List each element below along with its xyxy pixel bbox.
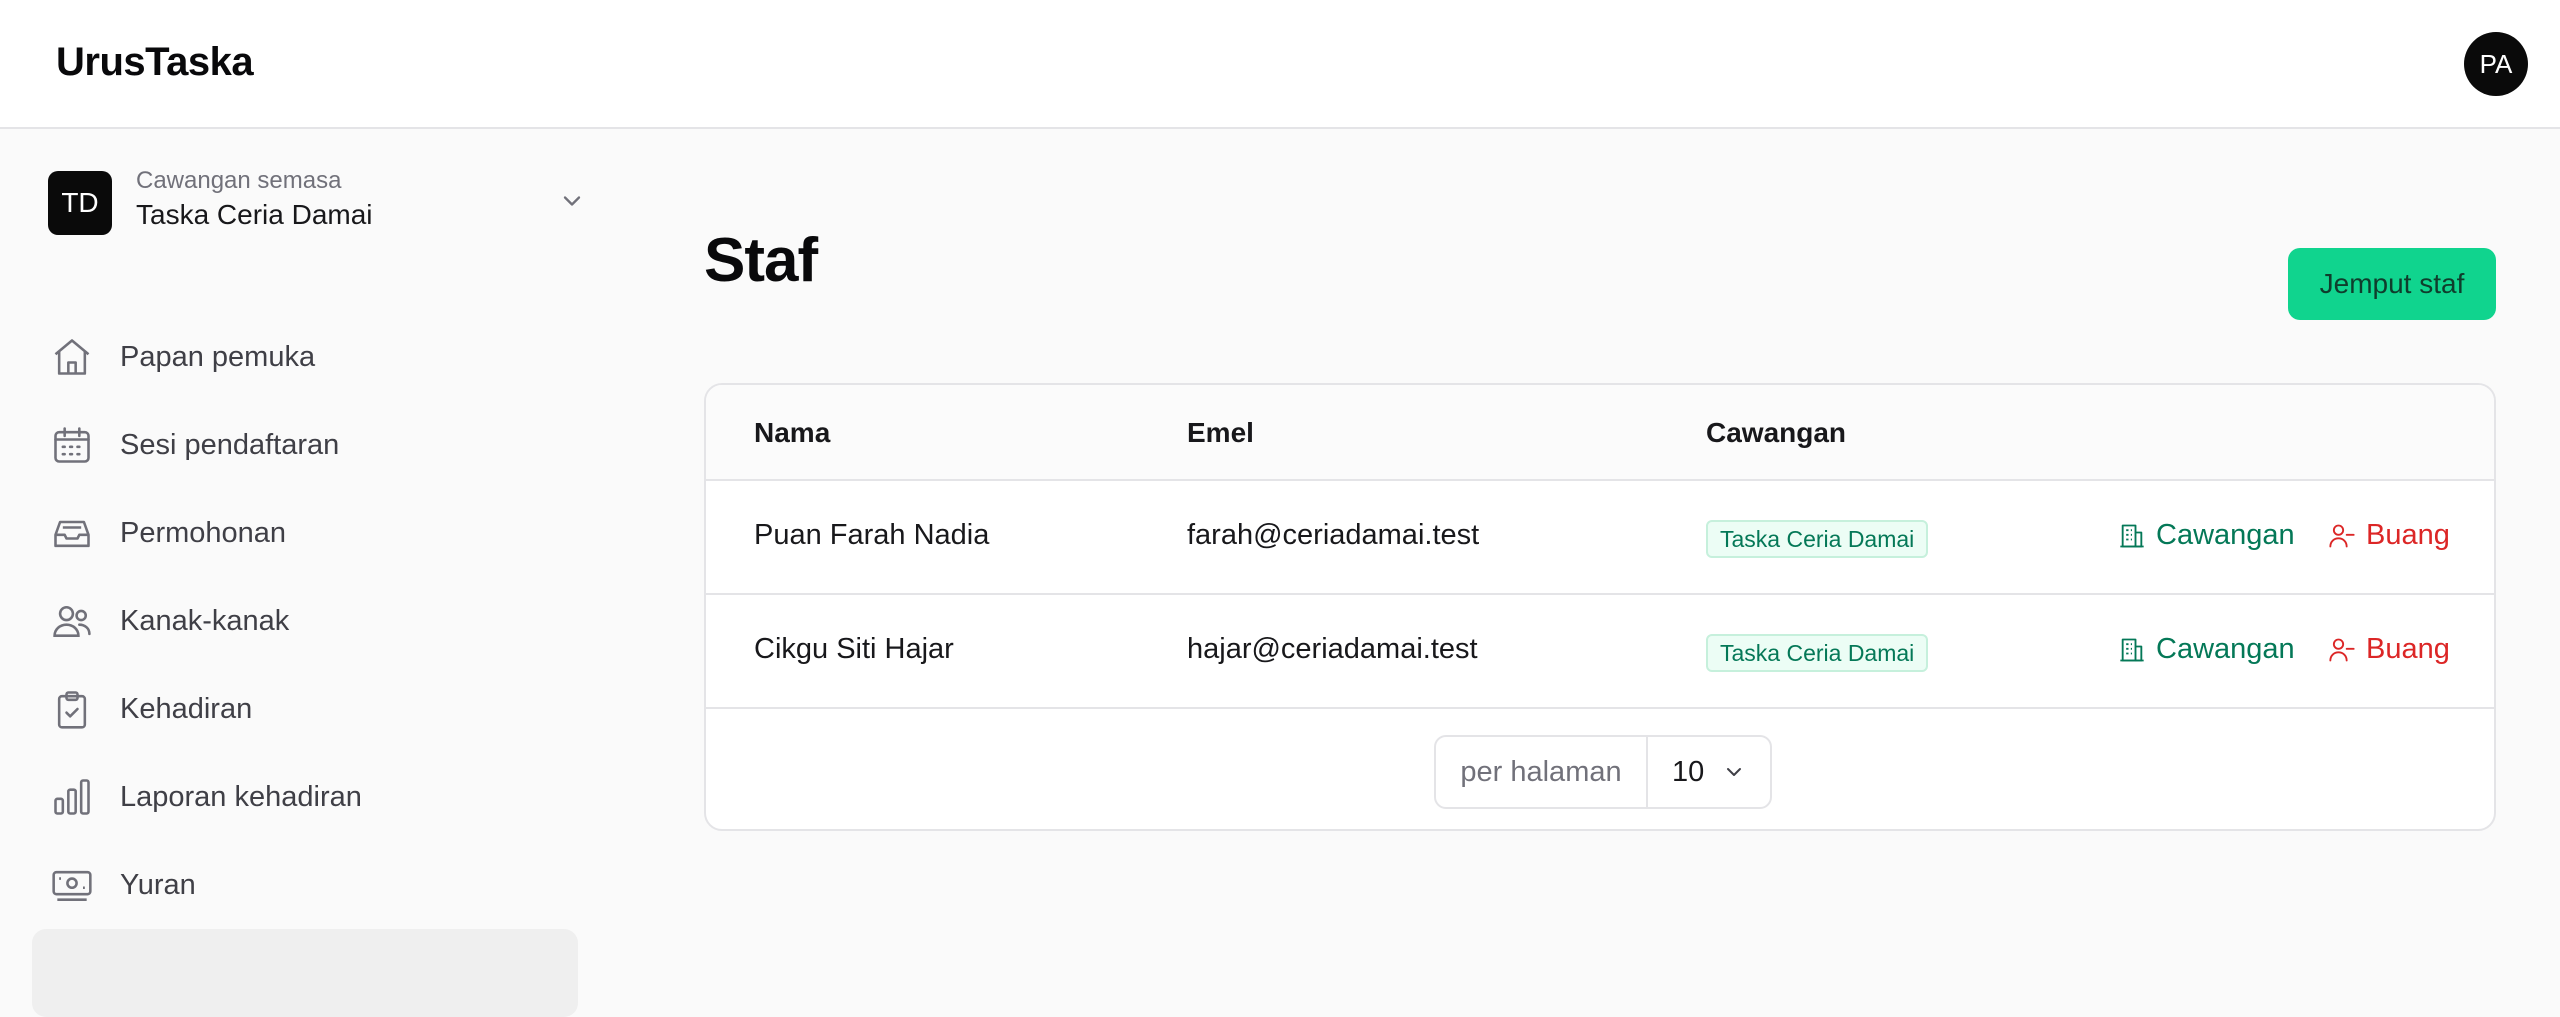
change-branch-label: Cawangan bbox=[2156, 633, 2295, 665]
home-icon bbox=[54, 339, 90, 375]
sidebar-nav: Papan pemuka Sesi pendaftaran Permohonan… bbox=[32, 313, 578, 1017]
users-icon bbox=[53, 605, 91, 637]
sidebar-item-label: Papan pemuka bbox=[120, 340, 316, 373]
staff-email: farah@ceriadamai.test bbox=[1187, 519, 1480, 551]
clipboard-check-icon bbox=[57, 691, 87, 729]
column-header-branch[interactable]: Cawangan bbox=[1706, 417, 1846, 449]
sidebar-item-kanak-kanak[interactable]: Kanak-kanak bbox=[32, 577, 578, 665]
branch-badge: Taska Ceria Damai bbox=[1706, 634, 1929, 672]
change-branch-label: Cawangan bbox=[2156, 519, 2295, 551]
pagination: per halaman 10 bbox=[1434, 735, 1772, 809]
remove-staff-label: Buang bbox=[2366, 519, 2450, 551]
column-header-name[interactable]: Nama bbox=[754, 417, 830, 449]
sidebar-item-papan-pemuka[interactable]: Papan pemuka bbox=[32, 313, 578, 401]
chevron-down-icon bbox=[1727, 768, 1741, 776]
branch-caption: Cawangan semasa bbox=[136, 167, 342, 194]
branch-badge: Taska Ceria Damai bbox=[1706, 520, 1929, 558]
sidebar-item-laporan-kehadiran[interactable]: Laporan kehadiran bbox=[32, 753, 578, 841]
staff-name: Puan Farah Nadia bbox=[754, 519, 990, 551]
branch-avatar: TD bbox=[48, 171, 112, 235]
staff-table: Nama Emel Cawangan Puan Farah Nadia fara… bbox=[704, 383, 2496, 831]
sidebar: TD Cawangan semasa Taska Ceria Damai Pap… bbox=[0, 129, 600, 1017]
remove-staff-button[interactable]: Buang bbox=[2328, 633, 2450, 666]
chevron-down-icon bbox=[563, 196, 581, 206]
per-page-select[interactable]: 10 bbox=[1648, 737, 1770, 807]
banknote-icon bbox=[52, 870, 92, 901]
sidebar-item-active[interactable] bbox=[32, 929, 578, 1017]
user-minus-icon bbox=[2329, 638, 2355, 661]
calendar-icon bbox=[54, 427, 90, 463]
change-branch-button[interactable]: Cawangan bbox=[2118, 633, 2295, 666]
per-page-value: 10 bbox=[1672, 755, 1705, 788]
sidebar-item-label: Laporan kehadiran bbox=[120, 780, 362, 813]
table-header: Nama Emel Cawangan bbox=[706, 385, 2494, 481]
column-header-email[interactable]: Emel bbox=[1187, 417, 1254, 449]
main-content: Staf Jemput staf Nama Emel Cawangan Puan… bbox=[704, 129, 2496, 960]
sidebar-item-label: Permohonan bbox=[120, 516, 287, 549]
table-row: Puan Farah Nadia farah@ceriadamai.test T… bbox=[706, 481, 2494, 595]
invite-staff-button[interactable]: Jemput staf bbox=[2288, 248, 2496, 320]
staff-name: Cikgu Siti Hajar bbox=[754, 633, 954, 665]
user-minus-icon bbox=[2329, 524, 2355, 547]
app-brand[interactable]: UrusTaska bbox=[56, 40, 254, 85]
branch-switcher[interactable]: TD Cawangan semasa Taska Ceria Damai bbox=[32, 163, 592, 243]
bar-chart-icon bbox=[54, 779, 90, 815]
sidebar-item-label: Sesi pendaftaran bbox=[120, 428, 340, 461]
branch-name: Taska Ceria Damai bbox=[136, 199, 373, 230]
sidebar-item-label: Yuran bbox=[120, 868, 196, 901]
sidebar-item-sesi-pendaftaran[interactable]: Sesi pendaftaran bbox=[32, 401, 578, 489]
building-icon bbox=[2120, 638, 2144, 661]
page-title: Staf bbox=[704, 226, 818, 295]
sidebar-item-yuran[interactable]: Yuran bbox=[32, 841, 578, 929]
staff-email: hajar@ceriadamai.test bbox=[1187, 633, 1478, 665]
sidebar-item-kehadiran[interactable]: Kehadiran bbox=[32, 665, 578, 753]
sidebar-item-label: Kehadiran bbox=[120, 692, 253, 725]
top-bar: UrusTaska PA bbox=[0, 0, 2560, 129]
remove-staff-button[interactable]: Buang bbox=[2328, 519, 2450, 552]
remove-staff-label: Buang bbox=[2366, 633, 2450, 665]
change-branch-button[interactable]: Cawangan bbox=[2118, 519, 2295, 552]
sidebar-item-permohonan[interactable]: Permohonan bbox=[32, 489, 578, 577]
user-avatar[interactable]: PA bbox=[2464, 32, 2528, 96]
building-icon bbox=[2120, 524, 2144, 547]
inbox-icon bbox=[54, 520, 90, 548]
sidebar-item-label: Kanak-kanak bbox=[120, 604, 290, 637]
table-row: Cikgu Siti Hajar hajar@ceriadamai.test T… bbox=[706, 595, 2494, 709]
per-page-label: per halaman bbox=[1436, 737, 1648, 807]
